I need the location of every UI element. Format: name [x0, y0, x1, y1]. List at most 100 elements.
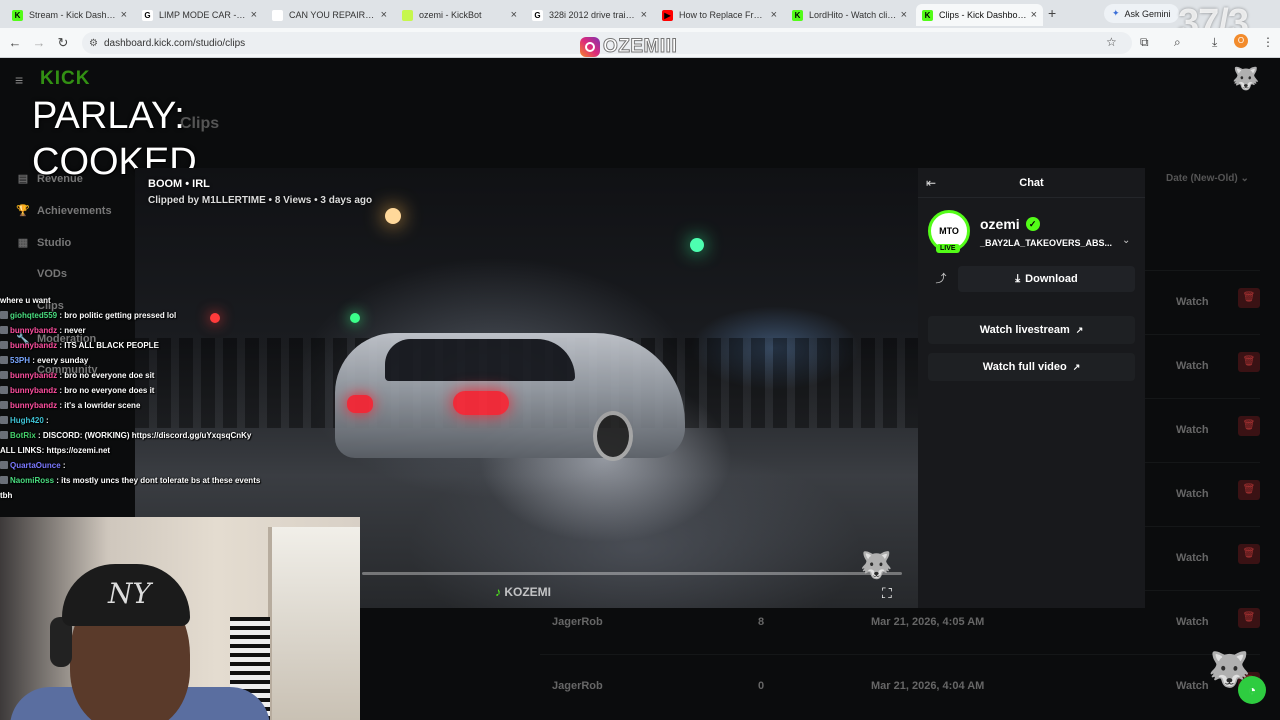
status-icon: ◔: [1238, 676, 1266, 704]
row-views: 8: [758, 616, 765, 628]
chat-username[interactable]: bunnybandz: [10, 371, 57, 380]
watch-link[interactable]: Watch: [1176, 360, 1209, 372]
sidebar-label: VODs: [37, 268, 67, 280]
browser-tab[interactable]: K LordHito - Watch clips ×: [786, 4, 913, 26]
chat-username[interactable]: NaomiRoss: [10, 476, 54, 485]
close-icon[interactable]: ×: [1031, 9, 1037, 21]
live-badge: LIVE: [936, 244, 960, 253]
kick-logo[interactable]: KICK: [40, 68, 90, 90]
sort-label: Date (New-Old): [1166, 173, 1238, 184]
watch-link[interactable]: Watch: [1176, 680, 1209, 692]
chat-text: tbh: [0, 491, 13, 500]
instagram-handle: OZEMIII: [602, 36, 678, 58]
downloads-icon[interactable]: ⤓: [1212, 35, 1217, 50]
hamburger-icon[interactable]: ≡: [15, 72, 23, 88]
browser-tab[interactable]: G LIMP MODE CAR - Google ×: [136, 4, 263, 26]
close-icon[interactable]: ×: [381, 9, 387, 21]
watch-link[interactable]: Watch: [1176, 552, 1209, 564]
chat-username[interactable]: Hugh420: [10, 416, 44, 425]
browser-tab[interactable]: G 328i 2012 drive train m ×: [526, 4, 653, 26]
watch-link[interactable]: Watch: [1176, 488, 1209, 500]
chat-username[interactable]: bunnybandz: [10, 401, 57, 410]
close-icon[interactable]: ×: [121, 9, 127, 21]
search-icon[interactable]: ⌕: [1174, 35, 1181, 50]
chat-message: QuartaOunce :: [0, 458, 270, 473]
browser-tab[interactable]: K Stream - Kick Dashboard ×: [6, 4, 133, 26]
chat-username[interactable]: giohqted559: [10, 311, 57, 320]
chat-username[interactable]: bunnybandz: [10, 386, 57, 395]
chat-text: : ITS ALL BLACK PEOPLE: [59, 341, 159, 350]
sidebar-item[interactable]: ▦ Studio: [16, 236, 71, 250]
video-progress-bar[interactable]: [362, 572, 902, 575]
chat-username[interactable]: bunnybandz: [10, 341, 57, 350]
share-icon[interactable]: ⤴: [928, 266, 954, 292]
ask-gemini-button[interactable]: ✦ Ask Gemini: [1104, 4, 1179, 23]
chat-text: : never: [59, 326, 86, 335]
chat-username[interactable]: QuartaOunce: [10, 461, 61, 470]
chat-username[interactable]: bunnybandz: [10, 326, 57, 335]
tab-title: ozemi - KickBot: [419, 10, 482, 20]
panel-title: Chat: [1019, 177, 1044, 189]
reload-icon[interactable]: ↻: [54, 34, 72, 52]
close-icon[interactable]: ×: [251, 9, 257, 21]
watch-livestream-button[interactable]: Watch livestream ↗: [928, 316, 1135, 344]
chevron-down-icon[interactable]: ⌄: [1122, 235, 1130, 246]
channel-name[interactable]: ozemi ✓: [980, 216, 1040, 232]
channel-name-text: ozemi: [980, 216, 1020, 232]
new-tab-button[interactable]: +: [1048, 5, 1056, 21]
back-icon[interactable]: ←: [6, 34, 24, 52]
chat-username[interactable]: BotRix: [10, 431, 36, 440]
site-settings-icon[interactable]: ⚙: [89, 38, 98, 49]
extensions-icon[interactable]: ⧉: [1140, 35, 1149, 50]
download-button[interactable]: ⤓ Download: [958, 266, 1135, 292]
chat-text: : bro politic getting pressed lol: [59, 311, 177, 320]
bookmark-star-icon[interactable]: ☆: [1106, 35, 1117, 49]
browser-tab[interactable]: ozemi - KickBot ×: [396, 4, 523, 26]
chat-message: BotRix : DISCORD: (WORKING) https://disc…: [0, 428, 270, 443]
row-user: JagerRob: [552, 616, 603, 628]
badge-icon: [0, 401, 8, 409]
browser-tab[interactable]: K Clips - Kick Dashboard ×: [916, 4, 1043, 26]
row-views: 0: [758, 680, 765, 692]
sidebar-item[interactable]: 🏆 Achievements: [16, 204, 112, 218]
delete-icon[interactable]: 🗑: [1238, 608, 1260, 628]
parlay-line-1: PARLAY:: [32, 95, 185, 137]
chat-username[interactable]: 53PH: [10, 356, 30, 365]
tab-favicon: G: [532, 9, 543, 21]
fullscreen-icon[interactable]: ⛶: [882, 585, 892, 602]
delete-icon[interactable]: 🗑: [1238, 288, 1260, 308]
watch-link[interactable]: Watch: [1176, 424, 1209, 436]
badge-icon: [0, 476, 8, 484]
delete-icon[interactable]: 🗑: [1238, 352, 1260, 372]
menu-icon[interactable]: ⋮: [1262, 35, 1274, 49]
sidebar-label: Achievements: [37, 204, 112, 217]
chat-message: bunnybandz : bro no everyone does it: [0, 383, 270, 398]
chat-message: NaomiRoss : its mostly uncs they dont to…: [0, 473, 270, 488]
delete-icon[interactable]: 🗑: [1238, 416, 1260, 436]
chat-text: : it's a lowrider scene: [59, 401, 141, 410]
watch-full-video-button[interactable]: Watch full video ↗: [928, 353, 1135, 381]
browser-tab[interactable]: CAN YOU REPAIR BRAKES ×: [266, 4, 393, 26]
close-icon[interactable]: ×: [771, 9, 777, 21]
forward-icon[interactable]: →: [30, 34, 48, 52]
watch-livestream-label: Watch livestream: [979, 324, 1070, 336]
close-icon[interactable]: ×: [901, 9, 907, 21]
row-user: JagerRob: [552, 680, 603, 692]
close-icon[interactable]: ×: [641, 9, 647, 21]
badge-icon: [0, 326, 8, 334]
badge-icon: [0, 356, 8, 364]
browser-tab[interactable]: ▶ How to Replace Front B ×: [656, 4, 783, 26]
delete-icon[interactable]: 🗑: [1238, 480, 1260, 500]
delete-icon[interactable]: 🗑: [1238, 544, 1260, 564]
sort-dropdown[interactable]: Date (New-Old) ⌄: [1166, 173, 1249, 184]
watch-link[interactable]: Watch: [1176, 616, 1209, 628]
sidebar-item[interactable]: VODs: [16, 268, 67, 280]
tab-favicon: [402, 9, 413, 21]
close-icon[interactable]: ×: [511, 9, 517, 21]
download-icon: ⤓: [1015, 272, 1021, 285]
profile-avatar[interactable]: O: [1234, 34, 1248, 48]
instagram-overlay: OZEMIII: [580, 36, 677, 58]
chat-message: giohqted559 : bro politic getting presse…: [0, 308, 270, 323]
clip-byline: Clipped by M1LLERTIME • 8 Views • 3 days…: [148, 195, 373, 206]
watch-link[interactable]: Watch: [1176, 296, 1209, 308]
